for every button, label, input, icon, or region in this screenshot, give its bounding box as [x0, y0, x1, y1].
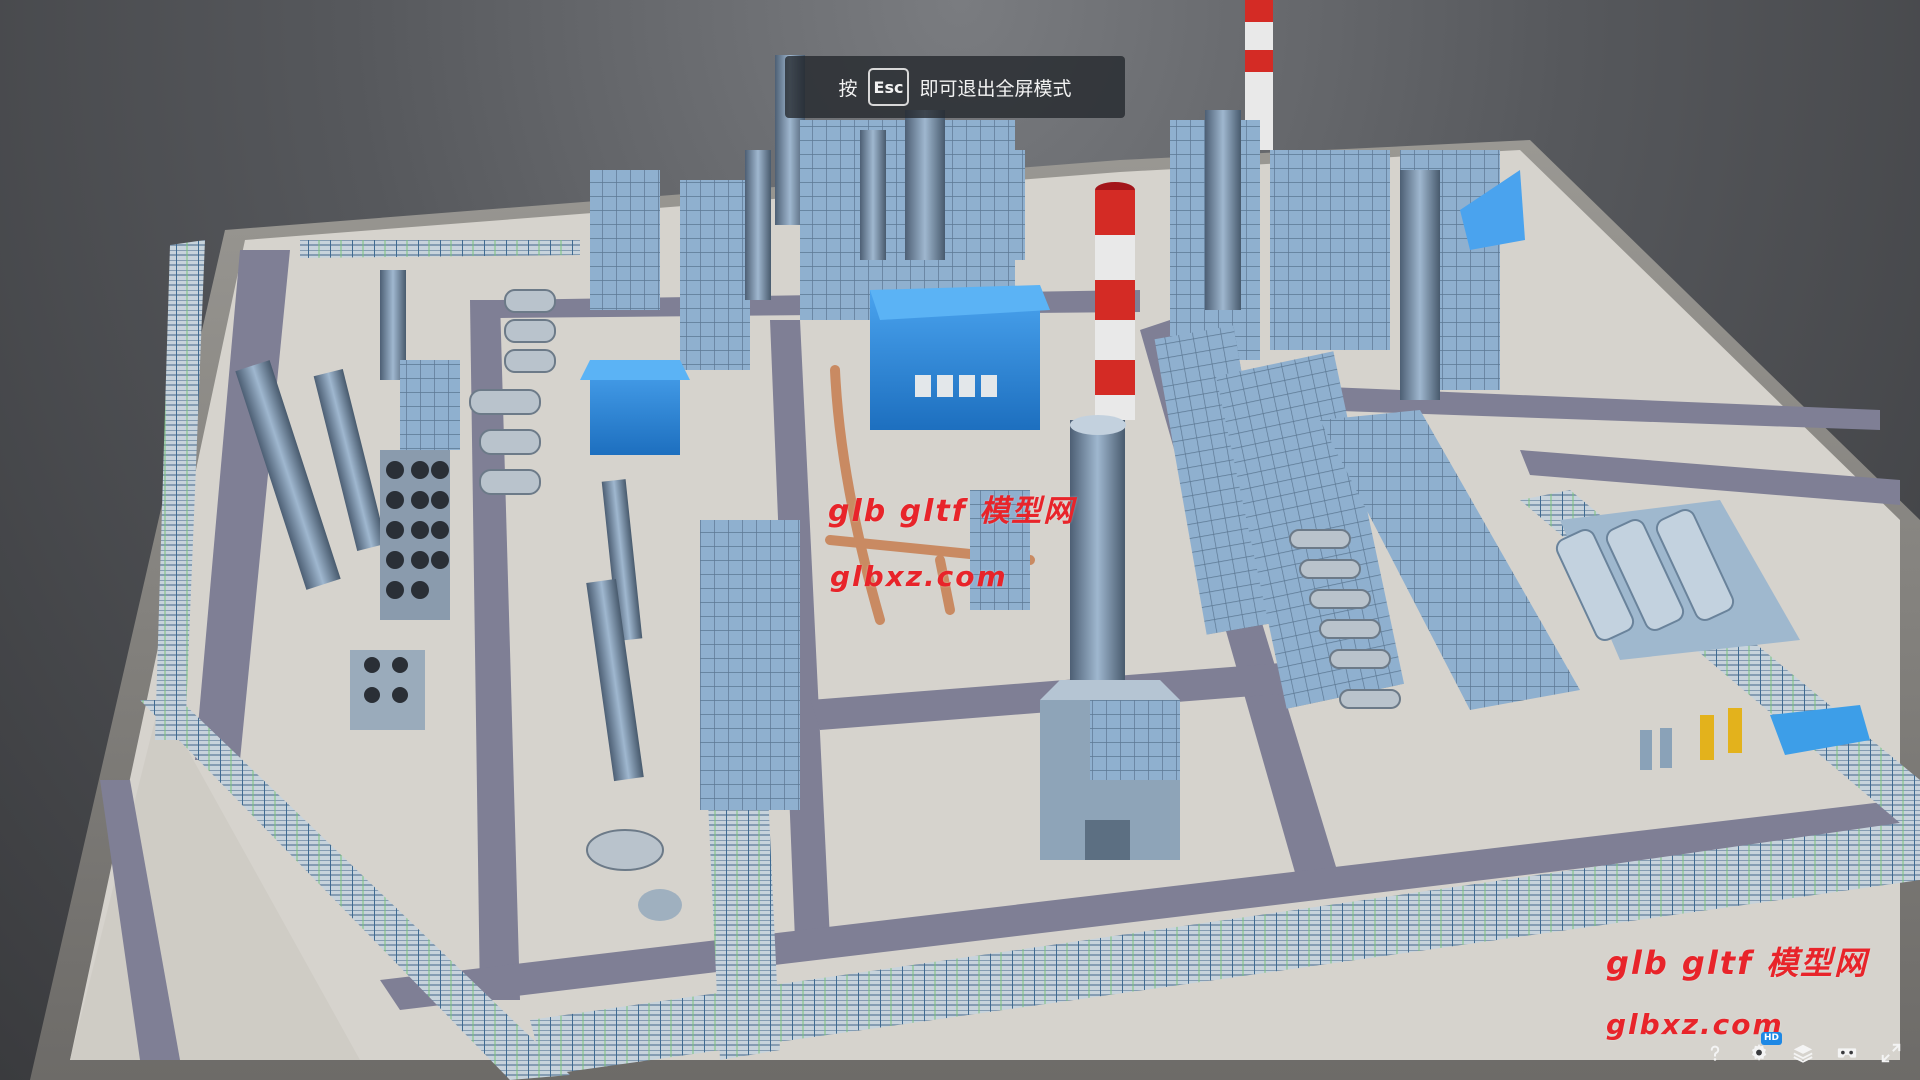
watermark-url: glbxz.com	[830, 560, 1008, 593]
layers-icon	[1793, 1044, 1813, 1063]
hint-prefix: 按	[838, 77, 858, 100]
help-button[interactable]	[1700, 1038, 1730, 1068]
chimney-red-white-2	[1095, 182, 1135, 420]
vr-button[interactable]	[1832, 1038, 1862, 1068]
fullscreen-exit-hint: 按 Esc 即可退出全屏模式	[785, 56, 1125, 118]
settings-button[interactable]: HD	[1744, 1032, 1782, 1068]
control-building	[1040, 680, 1180, 860]
3d-model-viewport[interactable]: 按 Esc 即可退出全屏模式 glb gltf 模型网 glbxz.com gl…	[0, 0, 1920, 1080]
esc-key-badge: Esc	[867, 68, 910, 106]
vr-headset-icon	[1837, 1048, 1857, 1058]
layers-button[interactable]	[1788, 1038, 1818, 1068]
watermark-text-corner: glb gltf 模型网	[1606, 944, 1869, 982]
hint-suffix: 即可退出全屏模式	[919, 77, 1072, 100]
hd-badge: HD	[1760, 1032, 1782, 1045]
industrial-plant-3d-scene[interactable]	[0, 0, 1920, 1080]
gear-icon	[1751, 1043, 1767, 1061]
question-mark-icon	[1710, 1045, 1720, 1061]
watermark-text: glb gltf 模型网	[828, 494, 1076, 529]
fullscreen-icon	[1881, 1043, 1901, 1063]
viewer-toolbar: HD	[1700, 1032, 1906, 1070]
fullscreen-button[interactable]	[1876, 1038, 1906, 1068]
